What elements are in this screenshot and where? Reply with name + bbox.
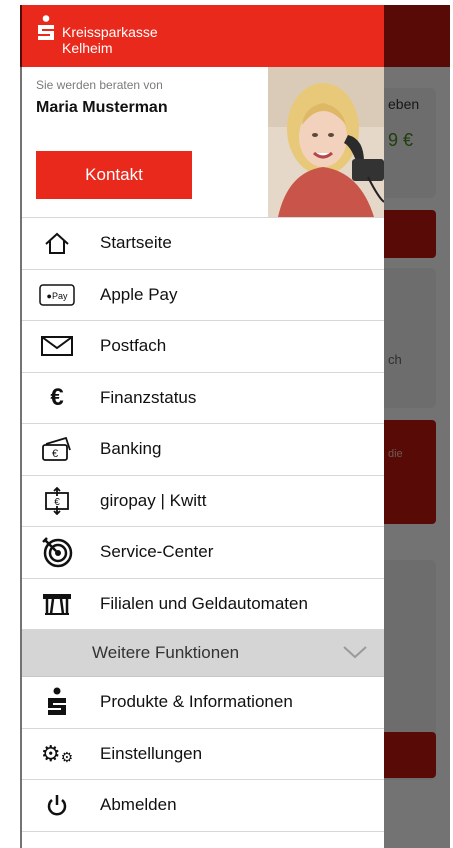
gears-icon: ⚙ ⚙ — [40, 740, 74, 766]
menu-label: Banking — [100, 439, 162, 459]
menu-item-apple-pay[interactable]: ●Pay Apple Pay — [22, 270, 384, 321]
menu-item-produkte[interactable]: Produkte & Informationen — [22, 677, 384, 729]
svg-text:€: € — [54, 497, 60, 508]
brand-name-line1: Kreissparkasse — [62, 24, 158, 40]
menu-label: Filialen und Geldautomaten — [100, 593, 308, 613]
advisor-name: Maria Musterman — [36, 99, 168, 116]
menu-item-postfach[interactable]: Postfach — [22, 321, 384, 373]
svg-text:€: € — [52, 448, 58, 460]
menu-item-giropay[interactable]: € giropay | Kwitt — [22, 476, 384, 527]
sparkasse-logo-icon — [36, 687, 78, 717]
menu-label: giropay | Kwitt — [100, 490, 207, 510]
drawer-header: Kreissparkasse Kelheim — [22, 5, 384, 67]
brand-name-line2: Kelheim — [62, 40, 113, 56]
euro-icon: € — [50, 383, 64, 411]
section-label: Weitere Funktionen — [92, 643, 240, 662]
atm-icon — [36, 589, 78, 619]
menu-label: Produkte & Informationen — [100, 692, 293, 712]
wallet-euro-icon: € — [36, 434, 78, 464]
menu-item-finanzstatus[interactable]: € Finanzstatus — [22, 373, 384, 424]
menu-label: Startseite — [100, 233, 172, 253]
menu-item-service-center[interactable]: Service-Center — [22, 527, 384, 579]
chevron-down-icon — [343, 646, 367, 659]
menu-label: Abmelden — [100, 795, 177, 815]
menu-label: Postfach — [100, 336, 167, 356]
brand-name: Kreissparkasse Kelheim — [62, 24, 158, 56]
advisor-section: Sie werden beraten von Maria Musterman K… — [22, 67, 384, 218]
contact-button[interactable]: Kontakt — [36, 151, 192, 199]
transfer-icon: € — [36, 486, 78, 516]
menu-item-einstellungen[interactable]: ⚙ ⚙ Einstellungen — [22, 729, 384, 780]
more-functions-toggle[interactable]: Weitere Funktionen — [22, 630, 384, 677]
menu-item-startseite[interactable]: Startseite — [22, 218, 384, 270]
sparkasse-logo-icon — [38, 15, 54, 40]
side-drawer: Kreissparkasse Kelheim Sie werden berate… — [22, 5, 384, 848]
menu-label: Service-Center — [100, 542, 214, 562]
power-icon — [36, 790, 78, 820]
menu-label: Apple Pay — [100, 284, 178, 304]
menu-label: Einstellungen — [100, 743, 203, 763]
menu-item-filialen[interactable]: Filialen und Geldautomaten — [22, 579, 384, 630]
home-icon — [36, 228, 78, 258]
target-icon — [36, 537, 78, 568]
mail-icon — [36, 331, 78, 361]
menu-item-abmelden[interactable]: Abmelden — [22, 780, 384, 832]
advisor-photo — [268, 67, 384, 217]
menu-item-banking[interactable]: € Banking — [22, 424, 384, 476]
svg-text:●Pay: ●Pay — [47, 291, 68, 301]
apple-pay-icon: ●Pay — [36, 280, 78, 310]
advisor-subtitle: Sie werden beraten von — [36, 78, 163, 92]
menu-label: Finanzstatus — [100, 387, 197, 407]
